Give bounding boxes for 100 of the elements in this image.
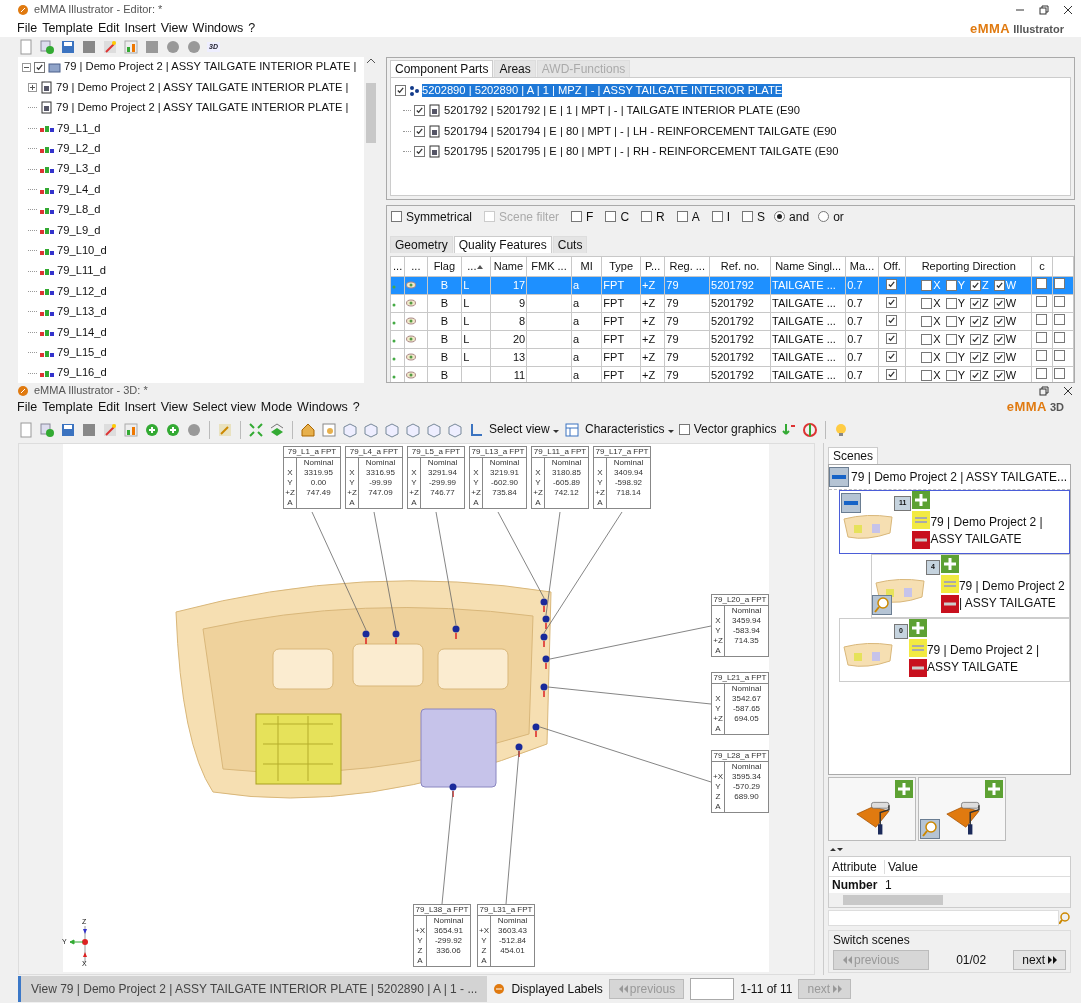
circle-icon[interactable] [186, 39, 202, 55]
checkbox[interactable] [641, 211, 653, 223]
menu-item[interactable]: View [160, 399, 188, 415]
checkbox[interactable] [1053, 314, 1065, 326]
menu-item[interactable]: ? [352, 399, 360, 415]
search-field[interactable] [828, 910, 1059, 927]
tree-item[interactable]: 79_L4_d [57, 182, 101, 197]
checkbox[interactable] [945, 280, 957, 292]
box-icon[interactable] [342, 421, 358, 438]
column-header[interactable]: Name [490, 256, 527, 277]
grid-icon[interactable] [81, 39, 97, 55]
scrollbar-thumb[interactable] [366, 83, 376, 143]
chart-icon[interactable] [123, 421, 139, 438]
column-header[interactable]: Value [885, 859, 921, 874]
checkbox[interactable] [1036, 350, 1048, 362]
checkbox[interactable] [1053, 278, 1065, 290]
checkbox[interactable] [945, 334, 957, 346]
tree-item[interactable]: 79_L1_d [57, 121, 101, 136]
tree-item[interactable]: 79_L8_d [57, 203, 101, 217]
circle-icon[interactable] [186, 421, 202, 438]
copy-icon[interactable] [39, 39, 55, 55]
checkbox[interactable] [945, 316, 957, 328]
table-row[interactable]: B L 20 a FPT +Z 79 5201792 TAILGATE ... 0.7 X Y Z W [390, 330, 1074, 349]
wand-icon[interactable] [102, 421, 118, 438]
tree-item[interactable]: 79_L10_d [57, 244, 107, 258]
expand-icon[interactable] [28, 83, 37, 93]
tree-item[interactable]: 5201794 | 5201794 | E | 80 | MPT | - | LH - REINFORCEMENT TAILGATE (E90 [444, 124, 837, 139]
checkbox[interactable] [1036, 278, 1048, 290]
menu-item[interactable]: Windows [297, 399, 348, 415]
template-thumbnail[interactable] [828, 777, 916, 842]
box-icon[interactable] [405, 421, 421, 438]
column-header[interactable]: Flag [427, 256, 462, 277]
page-field[interactable] [690, 978, 735, 1000]
tab[interactable]: Scenes [828, 447, 879, 465]
restore-icon[interactable] [1039, 5, 1049, 15]
checkbox[interactable] [676, 211, 688, 223]
remove-icon[interactable] [912, 531, 931, 550]
checkbox[interactable] [993, 280, 1005, 292]
remove-icon[interactable] [940, 595, 959, 614]
menu-item[interactable]: Insert [124, 399, 156, 415]
menu-item[interactable]: Edit [97, 21, 120, 36]
menu-item[interactable]: File [17, 399, 38, 415]
checkbox[interactable] [993, 298, 1005, 310]
tab[interactable]: Cuts [552, 235, 588, 254]
home-icon[interactable] [300, 421, 316, 438]
plus-circle-icon[interactable] [165, 421, 181, 438]
column-header[interactable]: Ref. no. [709, 256, 771, 277]
tab[interactable]: Component Parts [390, 60, 494, 78]
checkbox[interactable] [921, 334, 933, 346]
column-header[interactable]: FMK ... [526, 256, 572, 277]
column-header[interactable]: c [1031, 256, 1053, 277]
checkbox[interactable] [945, 352, 957, 364]
checkbox[interactable] [1053, 296, 1065, 308]
radio-button[interactable] [774, 211, 786, 223]
checkbox[interactable] [886, 278, 898, 290]
checkbox[interactable] [605, 211, 617, 223]
close-icon[interactable] [1063, 5, 1073, 15]
checkbox[interactable] [970, 298, 981, 310]
add-icon[interactable] [908, 619, 927, 638]
tree-item[interactable]: 5201792 | 5201792 | E | 1 | MPT | - | TAILGATE INTERIOR PLATE (E90 [444, 104, 800, 118]
column-header[interactable]: ... [404, 256, 428, 277]
checkbox[interactable] [886, 350, 898, 362]
add-icon[interactable] [912, 491, 931, 510]
tree-item[interactable]: 79 | Demo Project 2 | ASSY TAILGATE INTERIOR PLATE | [64, 60, 357, 74]
grid-icon[interactable] [81, 421, 97, 438]
close-icon[interactable] [1063, 385, 1073, 396]
checkbox[interactable] [1036, 314, 1048, 326]
collapse-icon[interactable] [841, 493, 861, 514]
checkbox[interactable] [391, 211, 402, 223]
add-icon[interactable] [940, 555, 959, 574]
table-row[interactable]: B L 9 a FPT +Z 79 5201792 TAILGATE ... 0.7 X Y Z W [390, 294, 1074, 313]
tab[interactable]: Geometry [390, 235, 453, 254]
checkbox[interactable] [970, 280, 981, 292]
save-icon[interactable] [60, 39, 76, 55]
template-thumbnail[interactable] [918, 777, 1006, 842]
checkbox[interactable] [395, 85, 406, 97]
checkbox[interactable] [886, 368, 898, 380]
checkbox[interactable] [993, 352, 1005, 364]
layers-icon[interactable] [269, 421, 285, 438]
tree-item[interactable]: 79_L14_d [57, 325, 107, 339]
menu-item[interactable]: Mode [260, 399, 293, 415]
checkbox[interactable] [945, 298, 957, 310]
tree-item[interactable]: 79_L2_d [57, 142, 101, 156]
tree-item[interactable]: 79_L15_d [57, 345, 107, 360]
checkbox[interactable] [970, 316, 981, 328]
next-button[interactable]: next [1013, 949, 1066, 970]
tree-item[interactable]: 79_L3_d [57, 162, 101, 176]
label-icon[interactable] [493, 983, 506, 995]
copy-icon[interactable] [39, 421, 55, 438]
search-icon[interactable] [1059, 912, 1071, 925]
checkbox[interactable] [921, 298, 933, 310]
scroll-up-icon[interactable] [366, 57, 376, 65]
checkbox[interactable] [921, 352, 933, 364]
column-header[interactable]: ... [461, 256, 491, 277]
tree-item[interactable]: 79 | Demo Project 2 | ASSY TAILGATE INTERIOR PLATE | [56, 80, 349, 95]
scrollbar-thumb[interactable] [843, 895, 943, 906]
menu-item[interactable]: ? [248, 21, 256, 36]
add-icon[interactable] [985, 780, 1003, 799]
checkbox[interactable] [34, 61, 45, 73]
box-icon[interactable] [384, 421, 400, 438]
